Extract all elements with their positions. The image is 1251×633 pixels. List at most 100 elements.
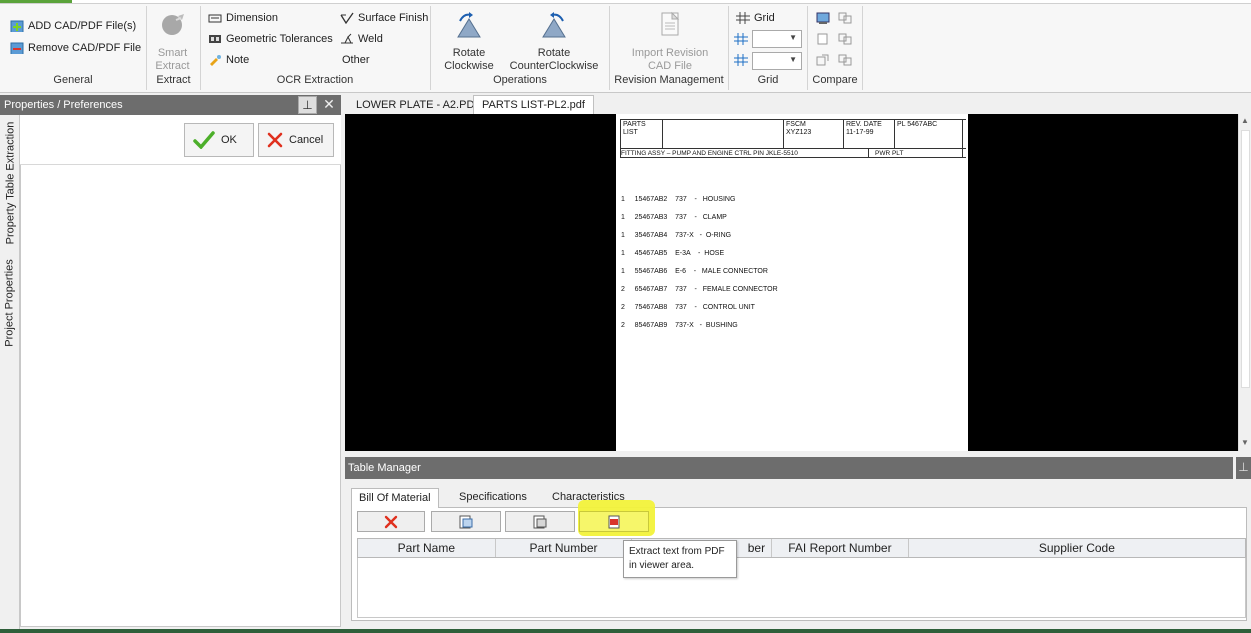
- checkmark-icon: [193, 131, 215, 149]
- rotate-cw-line2: Clockwise: [444, 60, 494, 72]
- scroll-up-icon[interactable]: ▲: [1241, 116, 1249, 125]
- import-table-button[interactable]: [431, 511, 501, 532]
- surface-finish-label: Surface Finish: [358, 12, 429, 24]
- export-table-icon: [533, 515, 547, 528]
- tab-characteristics[interactable]: Characteristics: [545, 488, 632, 508]
- smart-extract-icon: [161, 14, 184, 35]
- extract-label: Extract: [155, 60, 190, 72]
- pdf-parts-row: 1 25467AB3 737 - CLAMP: [621, 214, 727, 221]
- pdf-pwr-plt: PWR PLT: [875, 150, 904, 157]
- add-cad-pdf-button[interactable]: ADD CAD/PDF File(s): [10, 20, 136, 32]
- pdf-table-border: [620, 148, 966, 149]
- tab-parts-list[interactable]: PARTS LIST-PL2.pdf: [473, 95, 594, 114]
- delete-button[interactable]: [357, 511, 425, 532]
- smart-extract-button[interactable]: Smart Extract: [150, 10, 195, 73]
- pdf-table-border: [894, 119, 895, 148]
- column-header-fai-report-number[interactable]: FAI Report Number: [772, 539, 909, 557]
- ok-button[interactable]: OK: [184, 123, 254, 157]
- rotate-clockwise-button[interactable]: Rotate Clockwise: [440, 10, 498, 73]
- compare-prev-icon[interactable]: [816, 54, 830, 66]
- note-label: Note: [226, 54, 250, 66]
- pdf-parts-row: 2 65467AB7 737 - FEMALE CONNECTOR: [621, 286, 778, 293]
- rotate-ccw-line1: Rotate: [537, 47, 571, 59]
- pdf-table-border: [843, 119, 844, 148]
- remove-file-icon: [10, 42, 24, 54]
- column-header-supplier-code[interactable]: Supplier Code: [909, 539, 1245, 557]
- other-label: Other: [342, 54, 370, 66]
- revision-group-label: Revision Management: [614, 74, 724, 86]
- compare-overlay-icon[interactable]: [816, 12, 830, 24]
- compare-doc-icon[interactable]: [816, 33, 830, 45]
- geometric-tolerance-icon: [209, 35, 221, 43]
- remove-cad-pdf-label: Remove CAD/PDF File: [28, 42, 142, 54]
- pdf-table-border: [662, 119, 663, 148]
- tab-property-table-extraction[interactable]: Property Table Extraction: [0, 122, 20, 245]
- x-icon: [384, 515, 398, 528]
- geometric-tolerances-button[interactable]: Geometric Tolerances: [208, 33, 333, 45]
- grid-group-label: Grid: [757, 74, 779, 86]
- compare-next-icon[interactable]: [838, 54, 852, 66]
- left-vertical-tabs: Property Table Extraction Project Proper…: [0, 115, 20, 633]
- tab-lower-plate[interactable]: LOWER PLATE - A2.PDF: [347, 95, 490, 114]
- tab-lower-plate-label: LOWER PLATE - A2.PDF: [356, 99, 482, 111]
- pdf-table-border: [620, 119, 966, 120]
- grid-toggle-button[interactable]: Grid: [736, 12, 775, 24]
- pin-icon[interactable]: ⊥: [1236, 457, 1251, 479]
- pdf-parts-row: 2 75467AB8 737 - CONTROL UNIT: [621, 304, 755, 311]
- pdf-table-border: [783, 119, 784, 148]
- extract-text-from-pdf-button[interactable]: [579, 511, 649, 532]
- cancel-label: Cancel: [289, 134, 324, 146]
- scrollbar-thumb[interactable]: [1241, 130, 1250, 388]
- weld-button[interactable]: Weld: [340, 33, 383, 45]
- rotate-counterclockwise-button[interactable]: Rotate CounterClockwise: [506, 10, 602, 73]
- smart-label: Smart: [157, 47, 188, 59]
- column-header-part-number[interactable]: Part Number: [496, 539, 633, 557]
- viewer-vertical-scrollbar[interactable]: ▲ ▼: [1238, 114, 1251, 451]
- operations-group-label: Operations: [493, 74, 547, 86]
- pdf-parts-row: 2 85467AB9 737-X - BUSHING: [621, 322, 738, 329]
- pdf-page[interactable]: PARTS LIST FSCM XYZ123 REV. DATE 11-17-9…: [616, 114, 968, 451]
- compare-copy-icon[interactable]: [838, 33, 852, 45]
- import-revision-icon: [661, 11, 680, 36]
- import-revision-line2: CAD File: [647, 60, 692, 72]
- close-icon[interactable]: ✕: [320, 96, 338, 114]
- note-button[interactable]: Note: [208, 54, 249, 66]
- tab-bill-of-material[interactable]: Bill Of Material: [351, 488, 439, 508]
- geometric-tolerances-label: Geometric Tolerances: [226, 33, 333, 45]
- properties-title: Properties / Preferences: [4, 99, 123, 111]
- pdf-parts-row: 1 55467AB6 E-6 - MALE CONNECTOR: [621, 268, 768, 275]
- pdf-rev-date-value: 11-17-99: [846, 129, 874, 136]
- grid-color-dropdown[interactable]: ▼: [752, 30, 802, 48]
- tab-project-properties[interactable]: Project Properties: [0, 259, 20, 346]
- tab-parts-list-label: PARTS LIST-PL2.pdf: [482, 99, 585, 111]
- weld-label: Weld: [358, 33, 383, 45]
- add-cad-pdf-label: ADD CAD/PDF File(s): [28, 20, 137, 32]
- dimension-icon: [208, 14, 222, 23]
- remove-cad-pdf-button[interactable]: Remove CAD/PDF File: [10, 42, 141, 54]
- grid-size-dropdown[interactable]: ▼: [752, 52, 802, 70]
- tab-specifications[interactable]: Specifications: [452, 488, 534, 508]
- column-header-part-name[interactable]: Part Name: [358, 539, 496, 557]
- bom-grid-header: Part Name Part Number ber FAI Report Num…: [357, 538, 1246, 558]
- bom-grid-body[interactable]: [357, 558, 1246, 618]
- rotate-clockwise-icon: [457, 12, 481, 38]
- grid-icon: [736, 12, 750, 24]
- pdf-parts-row: 1 45467AB5 E-3A - HOSE: [621, 250, 725, 257]
- dimension-button[interactable]: Dimension: [208, 12, 278, 24]
- cancel-button[interactable]: Cancel: [258, 123, 334, 157]
- scroll-down-icon[interactable]: ▼: [1241, 438, 1249, 447]
- properties-panel-header: Properties / Preferences: [0, 95, 341, 115]
- rotate-ccw-line2: CounterClockwise: [509, 60, 599, 72]
- general-group-label: General: [53, 74, 93, 86]
- ocr-group-label: OCR Extraction: [276, 74, 354, 86]
- compare-side-icon[interactable]: [838, 12, 852, 24]
- import-revision-button[interactable]: Import Revision CAD File: [622, 10, 718, 73]
- surface-finish-button[interactable]: Surface Finish: [340, 12, 428, 24]
- export-table-button[interactable]: [505, 511, 575, 532]
- other-button[interactable]: Other: [342, 54, 370, 66]
- pin-icon[interactable]: ⊥: [298, 96, 317, 114]
- table-manager-header: Table Manager: [345, 457, 1233, 479]
- pdf-rev-date-label: REV. DATE: [846, 121, 882, 128]
- file-tab-accent[interactable]: [0, 0, 72, 3]
- tooltip-line2: in viewer area.: [629, 560, 695, 571]
